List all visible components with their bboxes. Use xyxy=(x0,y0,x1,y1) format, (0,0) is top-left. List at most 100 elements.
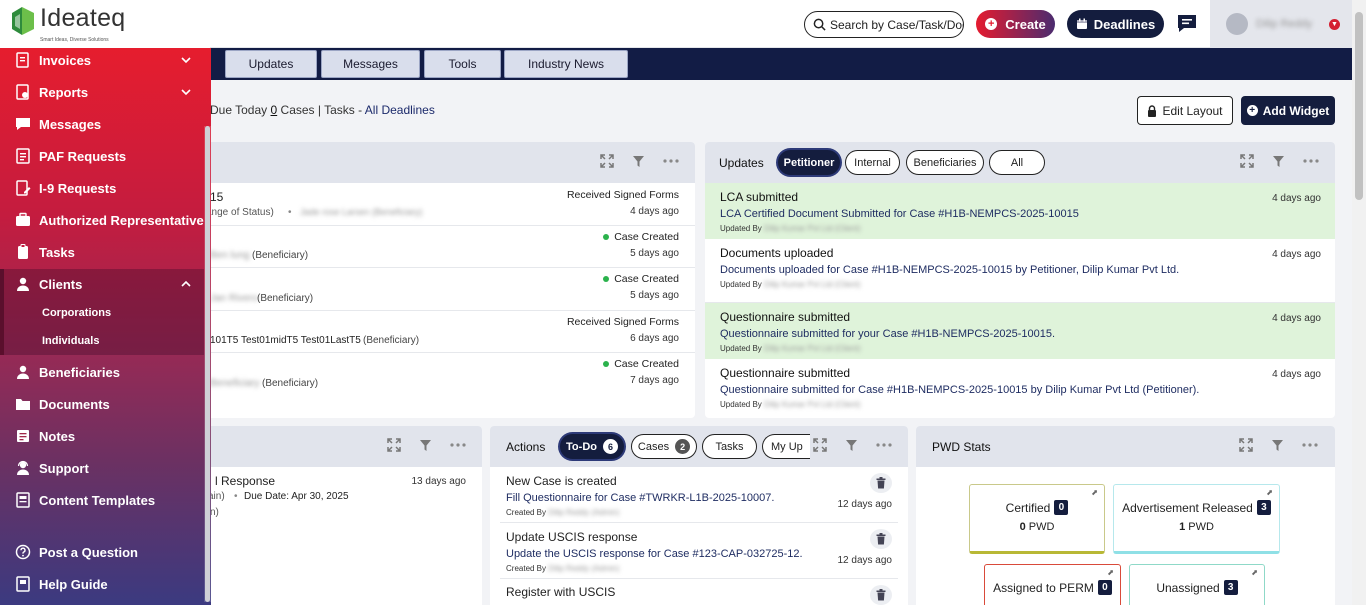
action-item[interactable]: Update USCIS response Update the USCIS r… xyxy=(500,523,898,579)
update-item[interactable]: LCA submitted LCA Certified Document Sub… xyxy=(705,183,1335,239)
chevron-up-icon xyxy=(181,280,191,287)
status-badge: Case Created xyxy=(603,273,679,285)
expand-icon[interactable] xyxy=(1240,154,1254,168)
update-description[interactable]: LCA Certified Document Submitted for Cas… xyxy=(720,208,1079,220)
sidebar-item-notes[interactable]: Notes xyxy=(0,422,204,450)
sidebar-subitem-corporations[interactable]: Corporations xyxy=(4,300,204,326)
more-icon[interactable] xyxy=(1303,159,1319,163)
filter-icon[interactable] xyxy=(1272,155,1285,168)
action-item[interactable]: Register with USCIS xyxy=(500,579,898,605)
stat-certified[interactable]: ⬈ Certified 0 0 PWD xyxy=(969,484,1105,554)
filter-internal[interactable]: Internal xyxy=(845,150,900,175)
update-item[interactable]: Questionnaire submitted Questionnaire su… xyxy=(705,359,1335,418)
delete-button[interactable] xyxy=(870,585,892,605)
delete-button[interactable] xyxy=(870,473,892,493)
sidebar-item-i9-requests[interactable]: I-9 Requests xyxy=(0,174,204,202)
sidebar-subitem-individuals[interactable]: Individuals xyxy=(4,328,204,354)
folder-icon xyxy=(16,399,30,410)
response-title: l Response xyxy=(215,474,276,488)
cases-widget: 15 ange of Status) • Jade rose Larsen (B… xyxy=(160,142,695,418)
support-icon xyxy=(17,460,29,475)
filter-icon[interactable] xyxy=(419,439,432,452)
sidebar-item-authorized-representative[interactable]: Authorized Representative xyxy=(0,206,204,234)
add-widget-button[interactable]: + Add Widget xyxy=(1241,96,1335,125)
sidebar-item-tasks[interactable]: Tasks xyxy=(0,238,204,266)
sidebar-item-messages[interactable]: Messages xyxy=(0,110,204,138)
tab-tools[interactable]: Tools xyxy=(424,50,501,78)
expand-icon[interactable] xyxy=(1239,438,1253,452)
tab-industry-news[interactable]: Industry News xyxy=(504,50,628,78)
sidebar-item-paf-requests[interactable]: PAF Requests xyxy=(0,142,204,170)
more-icon[interactable] xyxy=(876,443,892,447)
table-row[interactable]: Ben lung (Beneficiary) Case Created 5 da… xyxy=(160,226,695,268)
update-timestamp: 4 days ago xyxy=(1272,369,1321,380)
table-row[interactable]: Jan Rivero (Beneficiary) Case Created 5 … xyxy=(160,268,695,311)
plus-icon: + xyxy=(1246,105,1258,116)
expand-icon[interactable] xyxy=(387,438,401,452)
beneficiary-name: 101T5 Test01midT5 Test01LastT5 xyxy=(210,335,361,346)
sidebar-item-documents[interactable]: Documents xyxy=(0,390,204,418)
sidebar-item-beneficiaries[interactable]: Beneficiaries xyxy=(0,358,204,386)
more-icon[interactable] xyxy=(450,443,466,447)
update-item[interactable]: Documents uploaded Documents uploaded fo… xyxy=(705,239,1335,303)
action-description[interactable]: Update the USCIS response for Case #123-… xyxy=(506,548,803,560)
all-deadlines-link[interactable]: All Deadlines xyxy=(365,103,435,117)
update-item[interactable]: Questionnaire submitted Questionnaire su… xyxy=(705,303,1335,359)
sidebar-item-reports[interactable]: Reports xyxy=(0,78,204,106)
case-number[interactable]: 15 xyxy=(210,190,223,204)
tab-messages[interactable]: Messages xyxy=(321,50,420,78)
filter-icon[interactable] xyxy=(1271,439,1284,452)
stat-assigned-to-perm[interactable]: ⬈ Assigned to PERM 0 xyxy=(984,564,1121,605)
tab-updates[interactable]: Updates xyxy=(225,50,317,78)
more-icon[interactable] xyxy=(1302,443,1318,447)
notes-icon xyxy=(17,430,29,442)
delete-button[interactable] xyxy=(870,529,892,549)
action-timestamp: 12 days ago xyxy=(837,555,893,566)
filter-tasks[interactable]: Tasks xyxy=(702,434,757,459)
table-row[interactable]: 101T5 Test01midT5 Test01LastT5 (Benefici… xyxy=(160,311,695,353)
sidebar-item-content-templates[interactable]: Content Templates xyxy=(0,486,204,514)
create-button[interactable]: + Create xyxy=(976,10,1055,38)
update-description[interactable]: Questionnaire submitted for Case #H1B-NE… xyxy=(720,384,1199,396)
stat-advertisement-released[interactable]: ⬈ Advertisement Released 3 1 PWD xyxy=(1113,484,1280,554)
update-description[interactable]: Documents uploaded for Case #H1B-NEMPCS-… xyxy=(720,264,1179,276)
post-question-link[interactable]: Post a Question xyxy=(0,538,204,566)
more-icon[interactable] xyxy=(663,159,679,163)
chat-icon[interactable] xyxy=(1176,13,1198,35)
deadlines-button[interactable]: Deadlines xyxy=(1067,10,1164,38)
sidebar-item-invoices[interactable]: Invoices xyxy=(0,48,204,74)
help-guide-link[interactable]: Help Guide xyxy=(0,570,204,598)
edit-layout-button[interactable]: Edit Layout xyxy=(1137,96,1233,125)
table-row[interactable]: Beneficiary (Beneficiary) Case Created 7… xyxy=(160,353,695,396)
created-by-name: Dilip Reddy (Admin) xyxy=(548,564,620,573)
filter-beneficiaries[interactable]: Beneficiaries xyxy=(906,150,984,175)
external-link-icon: ⬈ xyxy=(1091,488,1098,497)
brand-logo[interactable]: Ideateq Smart Ideas, Diverse Solutions xyxy=(0,0,210,48)
user-menu[interactable]: Dilip Reddy ▼ xyxy=(1210,0,1352,48)
filter-cases[interactable]: Cases 2 xyxy=(631,434,697,459)
search-input[interactable]: Search by Case/Task/Docu xyxy=(804,11,964,38)
sidebar-item-support[interactable]: Support xyxy=(0,454,204,482)
table-row[interactable]: 15 ange of Status) • Jade rose Larsen (B… xyxy=(160,183,695,226)
row-timestamp: 13 days ago xyxy=(411,476,467,487)
filter-icon[interactable] xyxy=(632,155,645,168)
expand-icon[interactable] xyxy=(600,154,614,168)
filter-my-updates[interactable]: My Up xyxy=(762,434,810,459)
filter-to-do[interactable]: To-Do 6 xyxy=(560,434,624,459)
expand-icon[interactable] xyxy=(813,438,827,452)
filter-petitioner[interactable]: Petitioner xyxy=(778,150,840,175)
action-description[interactable]: Fill Questionnaire for Case #TWRKR-L1B-2… xyxy=(506,492,774,504)
updated-by-name: Dilip Kumar Pvt Ltd (Client) xyxy=(764,280,861,289)
updates-widget: Updates Petitioner Internal Beneficiarie… xyxy=(705,142,1335,418)
beneficiary-role: (Beneficiary) xyxy=(252,250,309,261)
page-scrollbar[interactable] xyxy=(1352,0,1366,605)
sidebar-item-clients[interactable]: Clients xyxy=(0,270,204,298)
update-description[interactable]: Questionnaire submitted for your Case #H… xyxy=(720,328,1055,340)
update-title: Questionnaire submitted xyxy=(720,366,851,380)
sidebar-scrollbar[interactable] xyxy=(204,126,211,602)
stat-unassigned[interactable]: ⬈ Unassigned 3 xyxy=(1129,564,1265,605)
count-badge: 6 xyxy=(602,439,618,454)
action-item[interactable]: New Case is created Fill Questionnaire f… xyxy=(500,467,898,523)
filter-icon[interactable] xyxy=(845,439,858,452)
filter-all[interactable]: All xyxy=(989,150,1045,175)
